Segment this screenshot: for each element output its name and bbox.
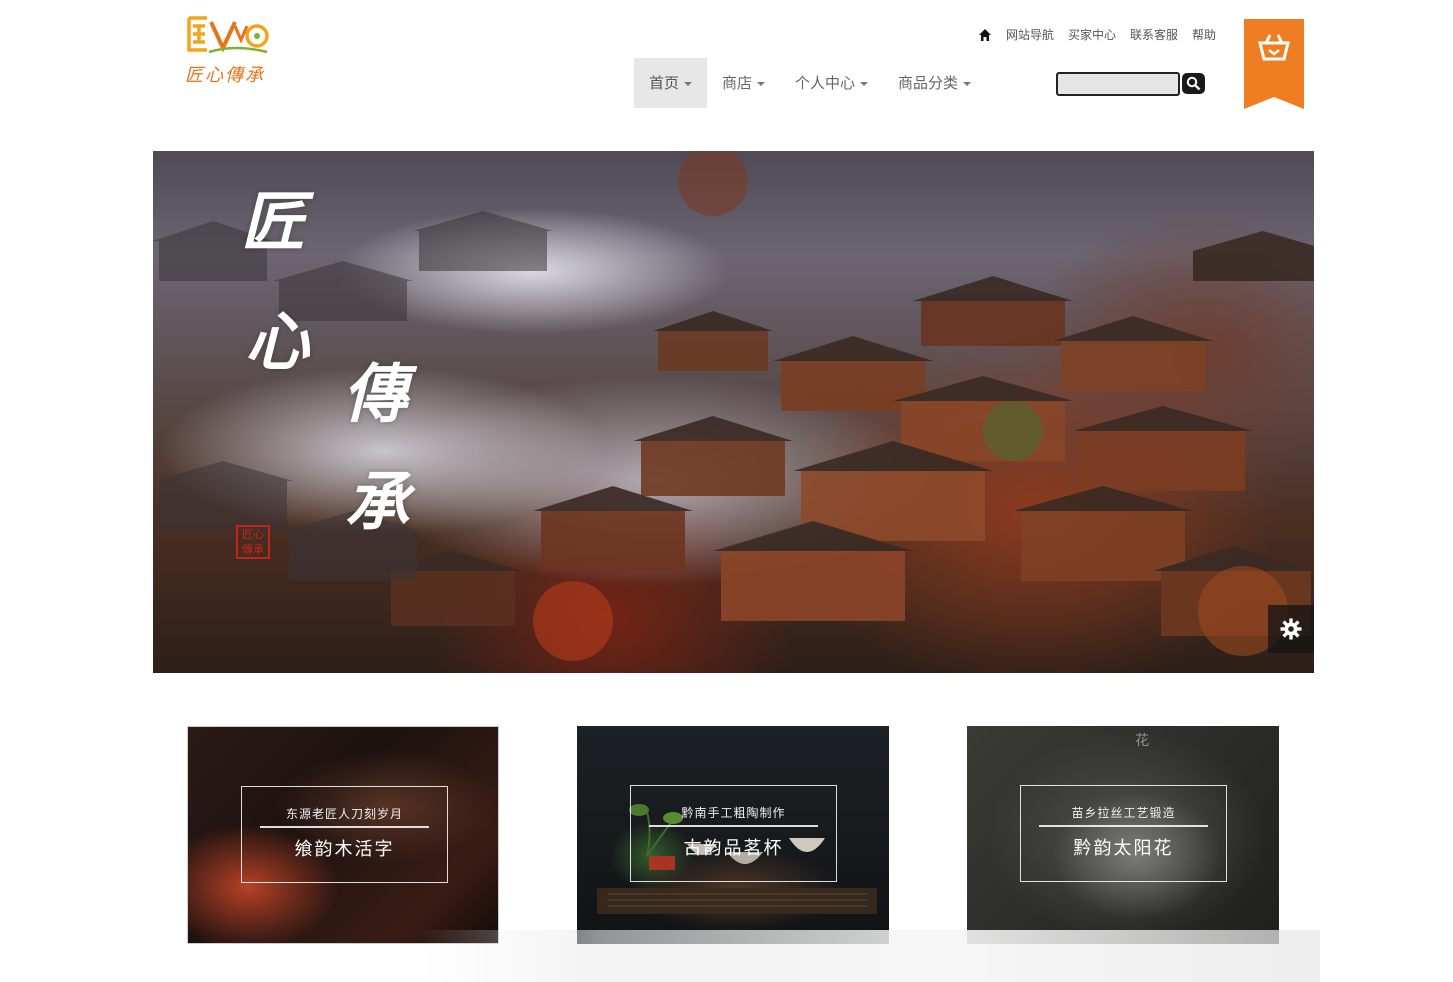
- hero-calligraphy-char: 傳: [343, 357, 407, 432]
- nav-item-label: 个人中心: [795, 74, 856, 92]
- seal-text: 匠心 傳承: [242, 528, 264, 556]
- logo-text: 匠心傳承: [185, 65, 265, 86]
- card-title: 飨韵木活字: [294, 839, 395, 860]
- product-card[interactable]: 花 苗乡拉丝工艺锻造 黔韵太阳花: [967, 726, 1279, 944]
- nav-item-label: 首页: [649, 74, 680, 92]
- cart-button[interactable]: [1244, 19, 1304, 109]
- card-frame: 东源老匠人刀刻岁月 飨韵木活字: [241, 786, 448, 883]
- nav-item-categories[interactable]: 商品分类: [883, 58, 986, 108]
- hero-banner[interactable]: 匠 心 傳 承 匠心 傳承: [153, 151, 1314, 673]
- top-link-buyer-center[interactable]: 买家中心: [1068, 26, 1116, 43]
- top-link-help[interactable]: 帮助: [1192, 26, 1216, 43]
- chevron-down-icon: [684, 81, 693, 86]
- product-card[interactable]: 东源老匠人刀刻岁月 飨韵木活字: [187, 726, 499, 944]
- search-button[interactable]: [1182, 73, 1205, 94]
- card-subtitle: 苗乡拉丝工艺锻造: [1071, 806, 1176, 820]
- nav-item-personal-center[interactable]: 个人中心: [780, 58, 883, 108]
- search-icon: [1186, 76, 1201, 91]
- village-illustration: [153, 151, 1314, 661]
- chevron-down-icon: [860, 81, 869, 86]
- card-subtitle: 黔南手工粗陶制作: [681, 806, 786, 820]
- top-links: 网站导航 买家中心 联系客服 帮助: [978, 26, 1216, 43]
- hero-calligraphy-char: 承: [345, 465, 409, 540]
- search-input[interactable]: [1056, 72, 1180, 96]
- nav-item-label: 商品分类: [898, 74, 959, 92]
- top-link-customer-service[interactable]: 联系客服: [1130, 26, 1178, 43]
- card-decoration-text: 花: [1135, 733, 1149, 749]
- card-frame: 苗乡拉丝工艺锻造 黔韵太阳花: [1020, 785, 1227, 882]
- product-card[interactable]: 黔南手工粗陶制作 古韵品茗杯: [577, 726, 889, 944]
- nav-item-home[interactable]: 首页: [634, 58, 708, 108]
- card-title: 古韵品茗杯: [683, 838, 784, 859]
- card-frame: 黔南手工粗陶制作 古韵品茗杯: [630, 785, 837, 882]
- site-logo[interactable]: 匠心傳承: [185, 14, 275, 86]
- card-divider: [649, 825, 818, 827]
- home-icon[interactable]: [978, 28, 992, 42]
- card-subtitle: 东源老匠人刀刻岁月: [285, 807, 403, 821]
- main-nav: 首页 商店 个人中心 商品分类: [634, 58, 986, 108]
- nav-item-label: 商店: [722, 74, 753, 92]
- gear-icon: [1280, 618, 1302, 640]
- settings-button[interactable]: [1268, 605, 1314, 653]
- chevron-down-icon: [963, 81, 972, 86]
- red-seal-stamp: 匠心 傳承: [236, 525, 270, 559]
- chevron-down-icon: [757, 81, 766, 86]
- next-section-preview: [420, 930, 1320, 982]
- card-title: 黔韵太阳花: [1073, 838, 1174, 859]
- top-link-site-nav[interactable]: 网站导航: [1006, 26, 1054, 43]
- logo-mark: [187, 16, 269, 54]
- hero-calligraphy-char: 匠: [241, 185, 305, 260]
- card-divider: [260, 826, 429, 828]
- hero-calligraphy-char: 心: [245, 305, 309, 380]
- card-divider: [1039, 825, 1208, 827]
- nav-item-shop[interactable]: 商店: [707, 58, 780, 108]
